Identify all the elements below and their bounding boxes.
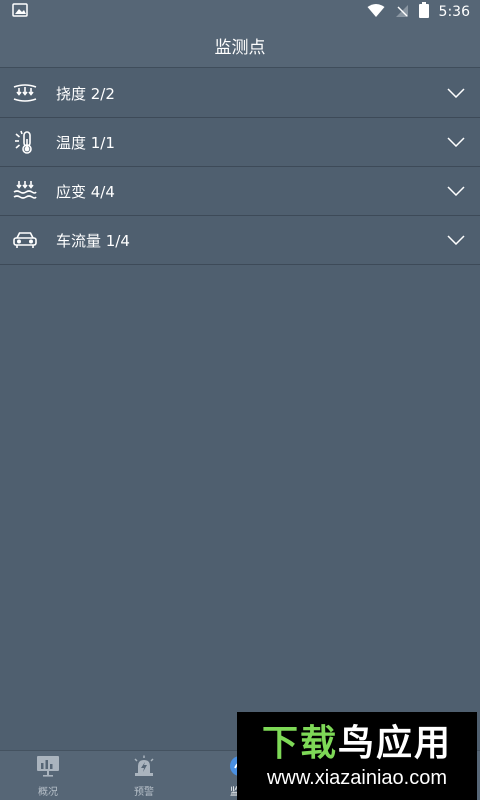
strain-icon xyxy=(12,178,38,204)
list-item-label: 车流量 1/4 xyxy=(56,231,130,250)
watermark-url: www.xiazainiao.com xyxy=(266,767,448,789)
list-item-label: 温度 1/1 xyxy=(56,133,115,152)
list-item-temperature[interactable]: 温度 1/1 xyxy=(0,118,480,167)
battery-icon xyxy=(418,2,429,22)
list-item-traffic[interactable]: 车流量 1/4 xyxy=(0,216,480,265)
chevron-down-icon[interactable] xyxy=(446,132,466,152)
nav-label: 概况 xyxy=(38,786,58,798)
status-bar: 5:36 xyxy=(0,0,480,24)
title-bar: 监测点 xyxy=(0,24,480,68)
nav-item-alarm[interactable]: 预警 xyxy=(96,751,192,800)
wifi-icon xyxy=(367,3,385,22)
nav-label: 预警 xyxy=(134,786,154,798)
chart-icon xyxy=(36,755,60,781)
list-item-strain[interactable]: 应变 4/4 xyxy=(0,167,480,216)
car-icon xyxy=(12,227,38,253)
chevron-down-icon[interactable] xyxy=(446,230,466,250)
thermometer-icon xyxy=(12,129,38,155)
chevron-down-icon[interactable] xyxy=(446,83,466,103)
status-time: 5:36 xyxy=(438,4,470,20)
nav-item-overview[interactable]: 概况 xyxy=(0,751,96,800)
list-item-label: 应变 4/4 xyxy=(56,182,115,201)
image-notification-icon xyxy=(12,2,28,22)
alarm-icon xyxy=(131,755,157,781)
no-signal-icon xyxy=(395,3,409,22)
list-item-label: 挠度 2/2 xyxy=(56,84,115,103)
page-title: 监测点 xyxy=(214,38,266,58)
deflection-icon xyxy=(12,80,38,106)
status-icons: 5:36 xyxy=(367,2,470,22)
watermark-logo: 下载鸟应用 www.xiazainiao.com xyxy=(237,712,477,800)
chevron-down-icon[interactable] xyxy=(446,181,466,201)
list-item-deflection[interactable]: 挠度 2/2 xyxy=(0,69,480,118)
monitoring-point-list: 挠度 2/2 温度 1/1 应变 4/4 车流量 1/4 xyxy=(0,69,480,265)
watermark-title: 下载鸟应用 xyxy=(261,723,453,764)
